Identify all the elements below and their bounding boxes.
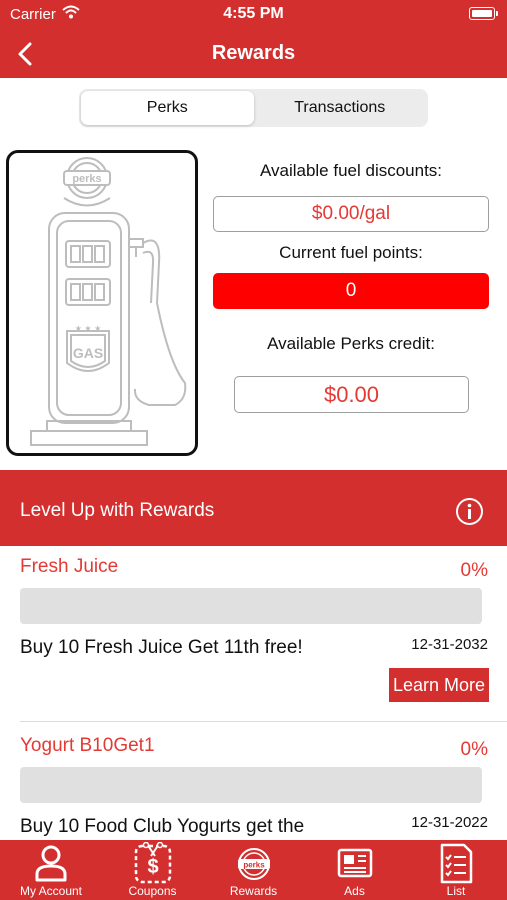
fuel-points-label: Current fuel points: bbox=[279, 243, 423, 262]
reward-item: Yogurt B10Get1 0% Buy 10 Food Club Yogur… bbox=[0, 725, 507, 840]
tab-label: Rewards bbox=[229, 884, 278, 898]
tab-perks[interactable]: Perks bbox=[81, 91, 254, 125]
tab-transactions[interactable]: Transactions bbox=[254, 91, 427, 125]
nav-bar: Rewards bbox=[0, 30, 507, 78]
gas-pump-card: perks GAS ★ ★ ★ bbox=[6, 150, 198, 456]
reward-percent: 0% bbox=[460, 739, 488, 760]
ads-icon bbox=[337, 848, 372, 878]
tab-ads[interactable]: Ads bbox=[304, 840, 405, 900]
fuel-points-value: 0 bbox=[213, 273, 489, 309]
tab-coupons[interactable]: $ Coupons bbox=[102, 840, 203, 900]
reward-name: Yogurt B10Get1 bbox=[20, 735, 155, 756]
tab-rewards[interactable]: perks Rewards bbox=[203, 840, 304, 900]
reward-description: Buy 10 Food Club Yogurts get the bbox=[20, 816, 305, 837]
reward-progress-bar bbox=[20, 588, 482, 624]
tab-bar: My Account $ Coupons perks Rewards Ads L… bbox=[0, 840, 507, 900]
level-up-label: Level Up with Rewards bbox=[20, 500, 215, 521]
reward-expiry-date: 12-31-2022 bbox=[411, 814, 488, 831]
fuel-discount-label: Available fuel discounts: bbox=[259, 161, 443, 180]
perks-transactions-segment: Perks Transactions bbox=[79, 89, 428, 127]
level-up-header: Level Up with Rewards bbox=[0, 470, 507, 546]
gas-sign-text: GAS bbox=[73, 345, 103, 361]
fuel-discount-value: $0.00/gal bbox=[213, 196, 489, 232]
tab-my-account[interactable]: My Account bbox=[0, 840, 102, 900]
perks-badge-text: perks bbox=[72, 173, 101, 185]
reward-description: Buy 10 Fresh Juice Get 11th free! bbox=[20, 637, 303, 658]
perks-credit-label: Available Perks credit: bbox=[267, 334, 435, 353]
battery-icon bbox=[469, 7, 498, 20]
reward-percent: 0% bbox=[460, 560, 488, 581]
status-bar: Carrier 4:55 PM bbox=[0, 0, 507, 30]
perks-icon: perks bbox=[237, 848, 270, 880]
user-icon bbox=[35, 845, 67, 882]
clock: 4:55 PM bbox=[223, 5, 284, 22]
coupon-icon: $ bbox=[134, 842, 171, 884]
tab-label: List bbox=[446, 884, 466, 898]
svg-text:perks: perks bbox=[243, 861, 265, 870]
reward-progress-bar bbox=[20, 767, 482, 803]
reward-item: Fresh Juice 0% Buy 10 Fresh Juice Get 11… bbox=[0, 546, 507, 722]
list-icon bbox=[440, 843, 473, 884]
divider bbox=[20, 721, 507, 722]
tab-label: My Account bbox=[19, 884, 83, 898]
reward-name: Fresh Juice bbox=[20, 556, 119, 577]
learn-more-button[interactable]: Learn More bbox=[389, 668, 489, 702]
tab-label: Ads bbox=[344, 884, 365, 898]
info-icon[interactable] bbox=[455, 497, 484, 526]
svg-text:$: $ bbox=[147, 856, 158, 878]
perks-credit-value: $0.00 bbox=[234, 376, 469, 413]
tab-list[interactable]: List bbox=[405, 840, 507, 900]
tab-label: Coupons bbox=[128, 884, 177, 898]
page-title: Rewards bbox=[211, 42, 296, 64]
gas-pump-illustration: perks GAS ★ ★ ★ bbox=[30, 157, 187, 446]
reward-expiry-date: 12-31-2032 bbox=[411, 636, 488, 653]
svg-text:★ ★ ★: ★ ★ ★ bbox=[75, 324, 102, 333]
